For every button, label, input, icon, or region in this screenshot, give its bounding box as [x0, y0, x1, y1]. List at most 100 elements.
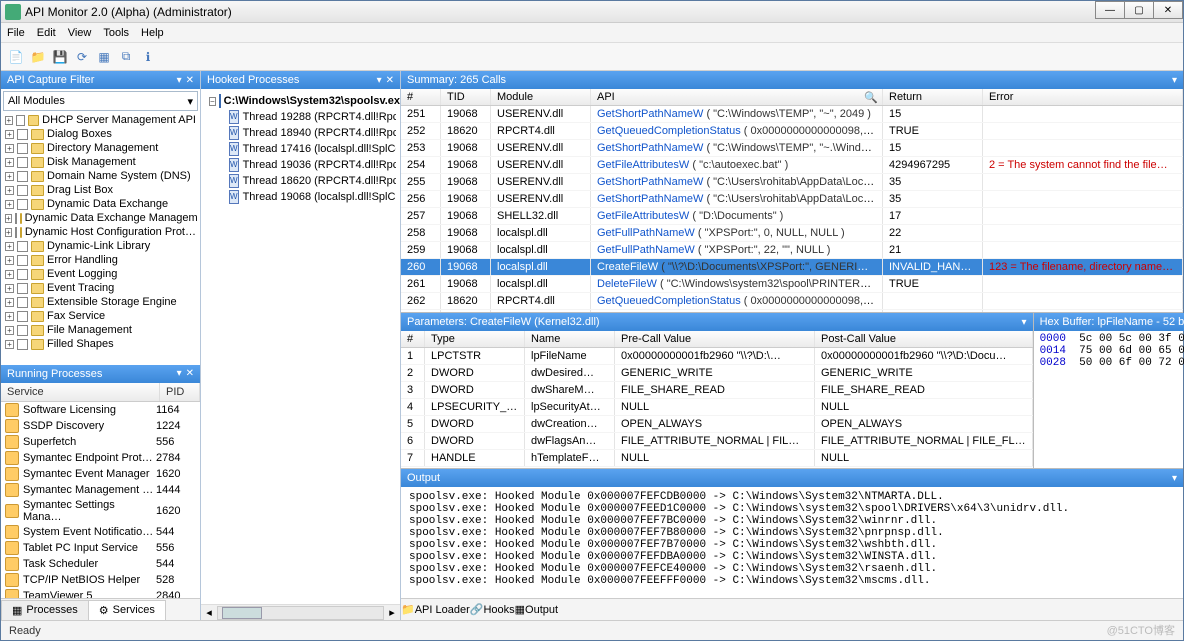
filter-tree-item[interactable]: +Event Tracing: [1, 281, 200, 295]
service-row[interactable]: Tablet PC Input Service556: [1, 540, 200, 556]
expand-icon[interactable]: +: [5, 326, 14, 335]
toolbar-button[interactable]: 📄: [7, 48, 25, 66]
menu-file[interactable]: File: [7, 27, 25, 39]
checkbox[interactable]: [16, 115, 25, 126]
modules-combo[interactable]: All Modules ▾: [3, 91, 198, 111]
service-row[interactable]: Task Scheduler544: [1, 556, 200, 572]
col-service[interactable]: Service: [1, 383, 160, 401]
summary-row[interactable]: 25119068USERENV.dllGetShortPathNameW ( "…: [401, 106, 1183, 123]
col-return[interactable]: Return: [883, 89, 983, 105]
panel-menu-icon[interactable]: ▾: [1172, 75, 1177, 86]
col-pid[interactable]: PID: [160, 383, 200, 401]
thread-item[interactable]: WThread 18620 (RPCRT4.dll!RpcBindin: [205, 173, 396, 189]
service-row[interactable]: Symantec Settings Mana…1620: [1, 498, 200, 524]
expand-icon[interactable]: +: [5, 270, 14, 279]
filter-tree-item[interactable]: +Domain Name System (DNS): [1, 169, 200, 183]
tab-output[interactable]: ▦Output: [515, 603, 558, 616]
output-text[interactable]: spoolsv.exe: Hooked Module 0x000007FEFCD…: [401, 487, 1183, 598]
expand-icon[interactable]: +: [5, 312, 14, 321]
expand-icon[interactable]: +: [5, 242, 14, 251]
tab-hooks[interactable]: 🔗Hooks: [470, 603, 515, 616]
checkbox[interactable]: [17, 143, 28, 154]
checkbox[interactable]: [15, 227, 17, 238]
checkbox[interactable]: [17, 255, 28, 266]
toolbar-button[interactable]: 💾: [51, 48, 69, 66]
thread-item[interactable]: WThread 19288 (RPCRT4.dll!RpcBindin: [205, 109, 396, 125]
search-icon[interactable]: 🔍: [864, 91, 878, 104]
menu-tools[interactable]: Tools: [103, 27, 129, 39]
summary-row[interactable]: 25819068localspl.dllGetFullPathNameW ( "…: [401, 225, 1183, 242]
toolbar-button[interactable]: ℹ: [139, 48, 157, 66]
service-row[interactable]: TCP/IP NetBIOS Helper528: [1, 572, 200, 588]
param-row[interactable]: 1LPCTSTRlpFileName0x00000000001fb2960 "\…: [401, 348, 1033, 365]
filter-tree-item[interactable]: +Filled Shapes: [1, 337, 200, 351]
service-row[interactable]: Symantec Endpoint Prot…2784: [1, 450, 200, 466]
panel-close-icon[interactable]: ✕: [186, 75, 194, 86]
summary-row[interactable]: 25319068USERENV.dllGetShortPathNameW ( "…: [401, 140, 1183, 157]
summary-row[interactable]: 26218620RPCRT4.dllGetQueuedCompletionSta…: [401, 293, 1183, 310]
service-row[interactable]: TeamViewer 52840: [1, 588, 200, 598]
thread-item[interactable]: WThread 17416 (localspl.dll!SplCopyFil: [205, 141, 396, 157]
expand-icon[interactable]: +: [5, 256, 14, 265]
checkbox[interactable]: [17, 185, 28, 196]
checkbox[interactable]: [17, 325, 28, 336]
param-row[interactable]: 2DWORDdwDesired…GENERIC_WRITEGENERIC_WRI…: [401, 365, 1033, 382]
checkbox[interactable]: [17, 297, 28, 308]
summary-row[interactable]: 25218620RPCRT4.dllGetQueuedCompletionSta…: [401, 123, 1183, 140]
checkbox[interactable]: [17, 283, 28, 294]
checkbox[interactable]: [17, 157, 28, 168]
panel-menu-icon[interactable]: ▾: [1022, 317, 1027, 328]
filter-tree-item[interactable]: +Disk Management: [1, 155, 200, 169]
panel-close-icon[interactable]: ✕: [186, 368, 194, 379]
expand-icon[interactable]: +: [5, 144, 14, 153]
panel-pin-icon[interactable]: ▾: [177, 75, 182, 86]
filter-tree-item[interactable]: +Dynamic Data Exchange Managem: [1, 211, 200, 225]
filter-tree-item[interactable]: +Dynamic Host Configuration Prot…: [1, 225, 200, 239]
toolbar-button[interactable]: 📁: [29, 48, 47, 66]
param-row[interactable]: 4LPSECURITY_AT…lpSecurityAt…NULLNULL: [401, 399, 1033, 416]
filter-tree-item[interactable]: +Error Handling: [1, 253, 200, 267]
expand-icon[interactable]: +: [5, 116, 13, 125]
checkbox[interactable]: [17, 269, 28, 280]
checkbox[interactable]: [17, 199, 28, 210]
thread-item[interactable]: WThread 18940 (RPCRT4.dll!RpcBindin: [205, 125, 396, 141]
toolbar-button[interactable]: ⧉: [117, 48, 135, 66]
col-module[interactable]: Module: [491, 89, 591, 105]
toolbar-button[interactable]: ▦: [95, 48, 113, 66]
menu-view[interactable]: View: [68, 27, 92, 39]
menu-edit[interactable]: Edit: [37, 27, 56, 39]
expand-icon[interactable]: +: [5, 340, 14, 349]
expand-icon[interactable]: +: [5, 130, 14, 139]
expand-icon[interactable]: +: [5, 298, 14, 307]
filter-tree-item[interactable]: +Fax Service: [1, 309, 200, 323]
param-row[interactable]: 3DWORDdwShareM…FILE_SHARE_READFILE_SHARE…: [401, 382, 1033, 399]
service-row[interactable]: System Event Notificatio…544: [1, 524, 200, 540]
process-root[interactable]: − C:\Windows\System32\spoolsv.exe (Un: [205, 93, 396, 109]
tab-processes[interactable]: ▦Processes: [1, 600, 89, 620]
panel-pin-icon[interactable]: ▾: [377, 75, 382, 86]
summary-row[interactable]: 25419068USERENV.dllGetFileAttributesW ( …: [401, 157, 1183, 174]
summary-row[interactable]: 26119068localspl.dllDeleteFileW ( "C:\Wi…: [401, 276, 1183, 293]
thread-item[interactable]: WThread 19068 (localspl.dll!SplCloseSp: [205, 189, 396, 205]
checkbox[interactable]: [17, 339, 28, 350]
checkbox[interactable]: [15, 213, 17, 224]
filter-tree-item[interactable]: +Extensible Storage Engine: [1, 295, 200, 309]
expand-icon[interactable]: +: [5, 284, 14, 293]
filter-tree-item[interactable]: +Dynamic-Link Library: [1, 239, 200, 253]
filter-tree-item[interactable]: +DHCP Server Management API: [1, 113, 200, 127]
col-error[interactable]: Error: [983, 89, 1183, 105]
tab-services[interactable]: ⚙Services: [88, 600, 166, 620]
minimize-button[interactable]: —: [1095, 1, 1125, 19]
param-row[interactable]: 6DWORDdwFlagsAn…FILE_ATTRIBUTE_NORMAL | …: [401, 433, 1033, 450]
summary-row[interactable]: 26019068localspl.dllCreateFileW ( "\\?\D…: [401, 259, 1183, 276]
checkbox[interactable]: [17, 171, 28, 182]
expand-icon[interactable]: +: [5, 172, 14, 181]
filter-tree-item[interactable]: +Dialog Boxes: [1, 127, 200, 141]
collapse-icon[interactable]: −: [209, 97, 216, 106]
service-row[interactable]: SSDP Discovery1224: [1, 418, 200, 434]
expand-icon[interactable]: +: [5, 158, 14, 167]
expand-icon[interactable]: +: [5, 228, 12, 237]
summary-row[interactable]: 25619068USERENV.dllGetShortPathNameW ( "…: [401, 191, 1183, 208]
hex-dump[interactable]: 0000 5c 00 5c 00 3f 00 5c 00 44 00 3a 00…: [1034, 331, 1184, 468]
thread-item[interactable]: WThread 19036 (RPCRT4.dll!RpcBindin: [205, 157, 396, 173]
